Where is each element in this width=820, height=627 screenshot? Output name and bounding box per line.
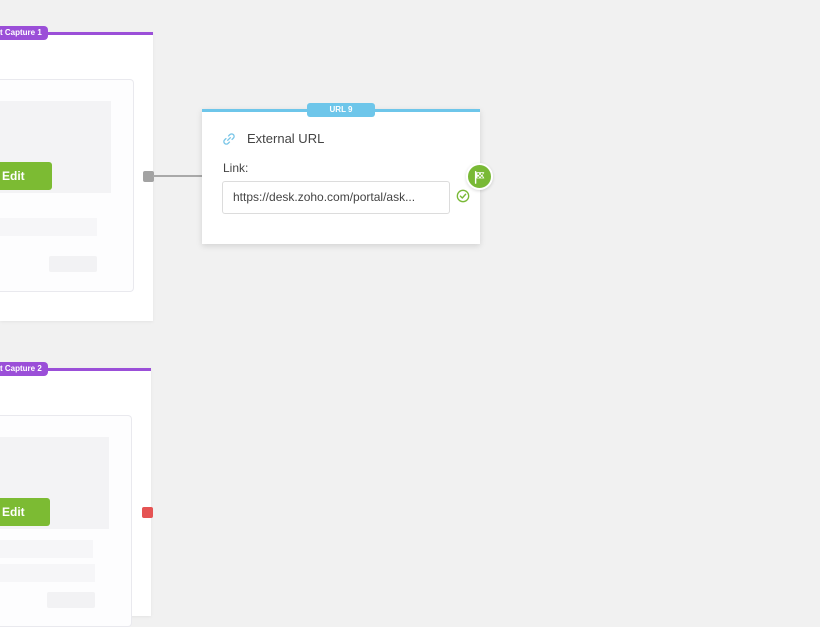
capture-node-1-action[interactable] <box>49 256 97 272</box>
link-input[interactable]: https://desk.zoho.com/portal/ask... <box>222 181 450 214</box>
capture-node-2-tag: t Capture 2 <box>0 362 48 376</box>
capture-node-2-edit-button[interactable]: Edit <box>0 498 50 526</box>
capture-node-2-field-2 <box>0 564 95 582</box>
capture-node-1-tag: t Capture 1 <box>0 26 48 40</box>
capture-node-2-error-port[interactable] <box>142 507 153 518</box>
capture-node-1-edit-button[interactable]: Edit <box>0 162 52 190</box>
capture-node-1[interactable]: t Capture 1 Edit <box>0 26 153 321</box>
check-circle-icon <box>456 189 470 203</box>
url-node-header: External URL <box>222 131 324 146</box>
finish-flag-icon[interactable] <box>466 163 493 190</box>
flag-icon <box>474 170 484 184</box>
url-node-title: External URL <box>247 131 325 146</box>
url-node[interactable]: URL 9 External URL Link: https://desk.zo… <box>202 103 480 244</box>
capture-node-1-field <box>0 218 97 236</box>
capture-node-1-body: Edit <box>0 79 134 292</box>
link-icon <box>223 132 235 145</box>
link-label: Link: <box>223 161 249 175</box>
connector-line <box>153 175 203 177</box>
capture-node-2[interactable]: t Capture 2 Edit <box>0 362 151 627</box>
flow-canvas[interactable]: t Capture 1 Edit t Capture 2 Edit URL 9 <box>0 0 820 627</box>
capture-node-2-field <box>0 540 93 558</box>
capture-node-2-body: Edit <box>0 415 132 627</box>
url-node-tag: URL 9 <box>307 103 375 117</box>
capture-node-2-action[interactable] <box>47 592 95 608</box>
